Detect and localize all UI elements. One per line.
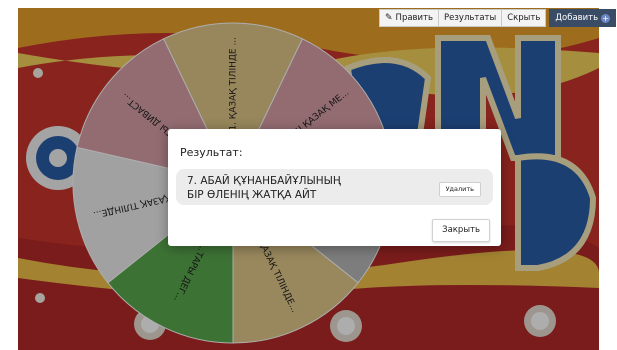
- edit-label: Править: [395, 13, 434, 23]
- result-text: 7. АБАЙ ҚҰНАНБАЙҰЛЫНЫҢ БІР ӨЛЕНІҢ ЖАТҚА …: [187, 174, 417, 202]
- pencil-icon: ✎: [385, 13, 393, 23]
- result-modal: Результат: 7. АБАЙ ҚҰНАНБАЙҰЛЫНЫҢ БІР ӨЛ…: [168, 129, 501, 246]
- results-button[interactable]: Результаты: [438, 9, 503, 27]
- delete-button[interactable]: Удалить: [438, 182, 481, 197]
- hide-button[interactable]: Скрыть: [501, 9, 547, 27]
- toolbar: ✎ Править Результаты Скрыть Добавить +: [379, 9, 617, 27]
- add-button[interactable]: Добавить +: [549, 9, 617, 27]
- plus-icon: +: [601, 13, 611, 23]
- add-label: Добавить: [555, 13, 599, 23]
- result-line-1: 7. АБАЙ ҚҰНАНБАЙҰЛЫНЫҢ: [187, 175, 341, 187]
- modal-title: Результат:: [180, 146, 243, 159]
- hide-label: Скрыть: [507, 13, 541, 23]
- close-button[interactable]: Закрыть: [432, 219, 490, 242]
- result-item: 7. АБАЙ ҚҰНАНБАЙҰЛЫНЫҢ БІР ӨЛЕНІҢ ЖАТҚА …: [176, 169, 493, 205]
- results-label: Результаты: [444, 13, 497, 23]
- result-line-2: БІР ӨЛЕНІҢ ЖАТҚА АЙТ: [187, 189, 317, 201]
- edit-button[interactable]: ✎ Править: [379, 9, 440, 27]
